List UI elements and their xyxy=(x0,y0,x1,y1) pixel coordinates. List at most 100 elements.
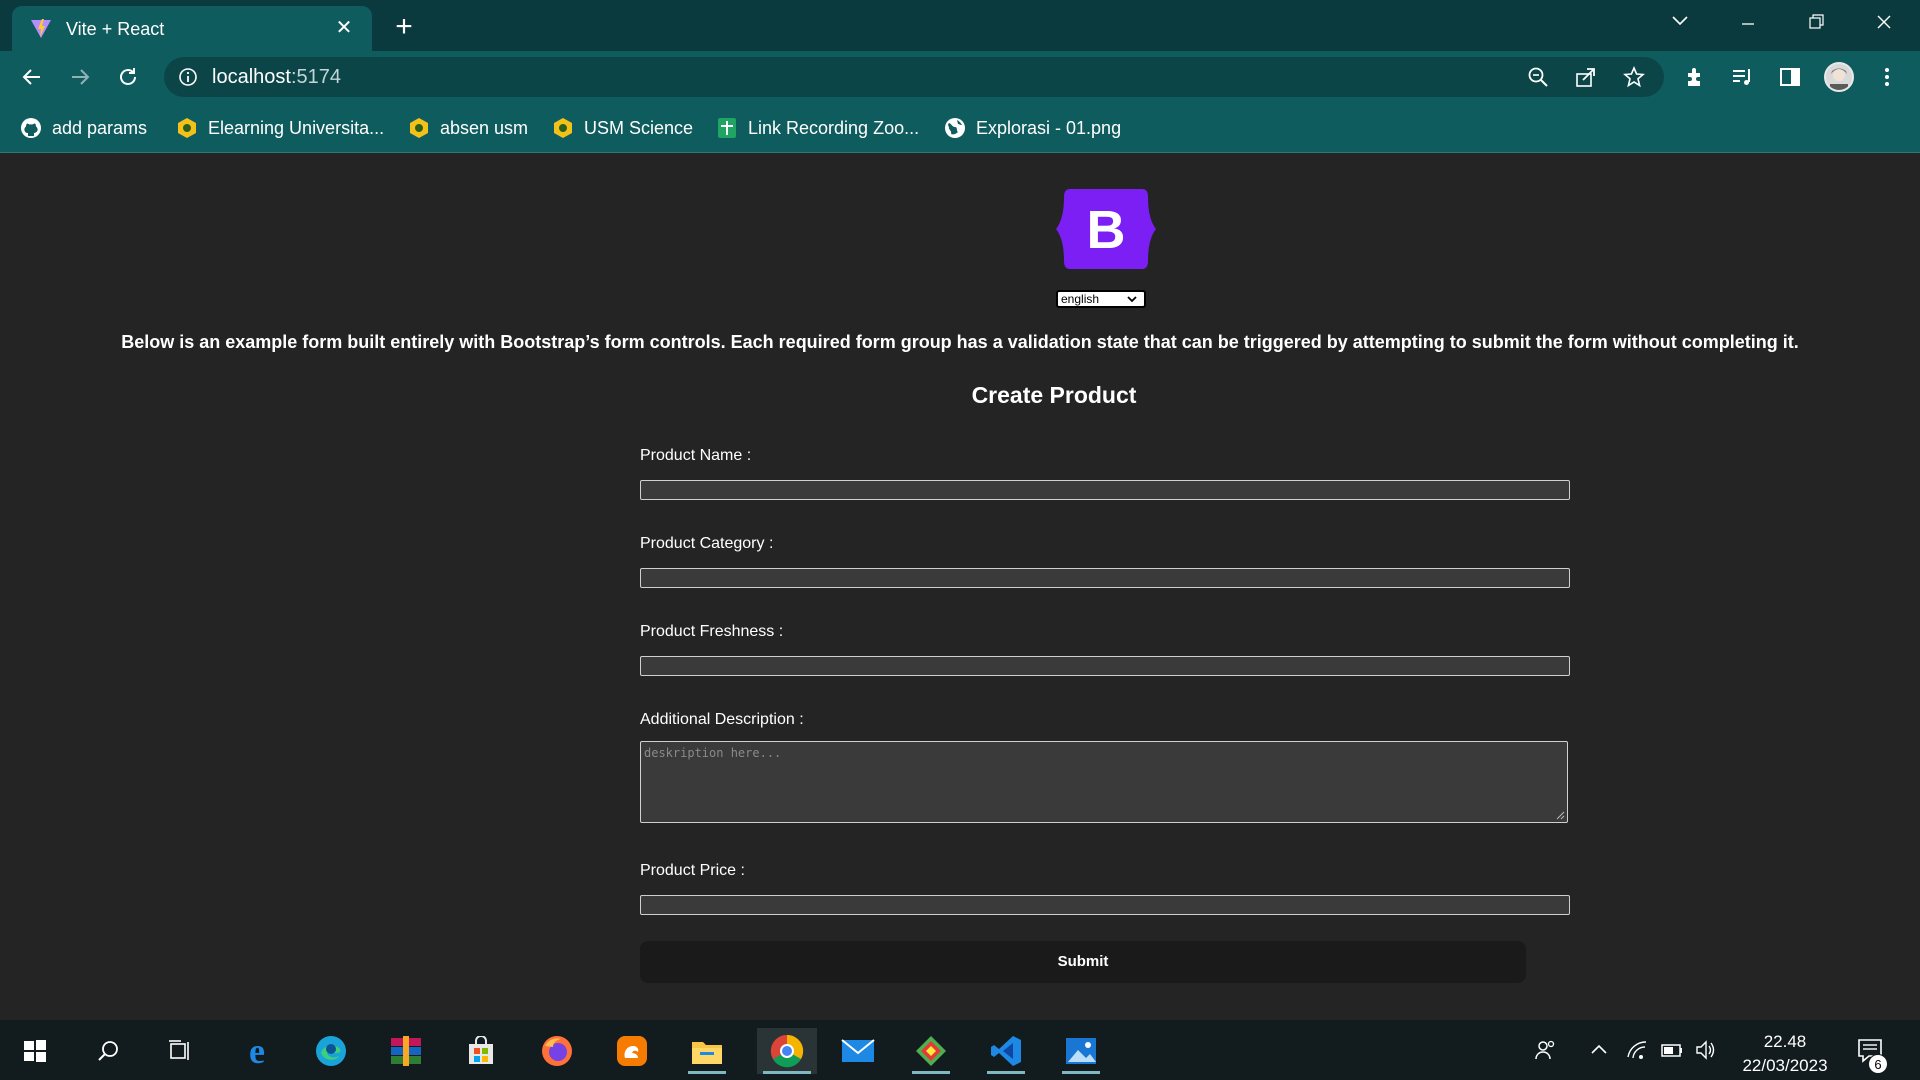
side-panel-icon[interactable] xyxy=(1778,65,1802,89)
browser-tab[interactable]: Vite + React ✕ xyxy=(12,6,372,51)
volume-icon[interactable] xyxy=(1694,1038,1718,1062)
media-control-icon[interactable] xyxy=(1730,65,1754,89)
product-category-label: Product Category : xyxy=(640,535,774,552)
taskbar-mail[interactable] xyxy=(833,1028,883,1074)
taskbar-file-explorer[interactable] xyxy=(682,1028,732,1074)
bookmark-label: Explorasi - 01.png xyxy=(976,117,1122,138)
people-icon[interactable] xyxy=(1533,1038,1557,1062)
edge-icon xyxy=(316,1036,346,1066)
bookmark-add-params[interactable]: add params xyxy=(20,115,147,141)
vite-icon xyxy=(31,19,51,38)
reload-icon xyxy=(120,68,136,85)
product-price-input[interactable] xyxy=(640,895,1570,915)
restore-button[interactable] xyxy=(1796,8,1836,38)
taskbar-winrar[interactable] xyxy=(381,1028,431,1074)
bookmark-label: USM Science xyxy=(584,117,694,138)
globe-icon xyxy=(945,118,965,138)
tab-search-icon[interactable] xyxy=(1660,8,1700,38)
bookmark-label: Elearning Universita... xyxy=(208,117,385,138)
sheets-icon xyxy=(718,118,736,138)
resize-handle-icon[interactable] xyxy=(1555,810,1565,820)
bookmark-label: Link Recording Zoo... xyxy=(748,117,920,138)
extensions-icon[interactable] xyxy=(1683,65,1707,89)
bootstrap-logo: B xyxy=(1056,189,1156,269)
windows-taskbar: e 22.48 22/03/2023 6 xyxy=(0,1020,1920,1080)
product-price-label: Product Price : xyxy=(640,862,745,879)
product-name-label: Product Name : xyxy=(640,447,752,464)
site-info-icon[interactable] xyxy=(178,67,198,87)
taskbar-git-app[interactable] xyxy=(906,1028,956,1074)
show-hidden-icons-chevron-up-icon[interactable] xyxy=(1587,1038,1611,1062)
chevron-down-icon xyxy=(1127,296,1137,303)
description-textarea[interactable]: deskription here... xyxy=(640,741,1568,823)
back-button[interactable] xyxy=(16,61,48,93)
taskbar-photos[interactable] xyxy=(1056,1028,1106,1074)
back-arrow-icon xyxy=(22,69,40,85)
internet-explorer-icon: e xyxy=(249,1034,265,1068)
photos-icon xyxy=(1066,1038,1096,1064)
task-view-button[interactable] xyxy=(155,1028,205,1074)
mail-icon xyxy=(841,1039,875,1062)
uc-browser-icon xyxy=(617,1036,647,1066)
share-icon[interactable] xyxy=(1574,65,1598,89)
svg-text:e: e xyxy=(249,1034,265,1068)
vscode-icon xyxy=(991,1036,1021,1066)
submit-button[interactable]: Submit xyxy=(640,941,1526,983)
profile-avatar[interactable] xyxy=(1824,62,1854,92)
taskbar-edge[interactable] xyxy=(306,1028,356,1074)
address-bar[interactable]: localhost:5174 xyxy=(164,57,1664,97)
clock-time: 22.48 xyxy=(1763,1032,1807,1051)
start-button[interactable] xyxy=(10,1028,60,1074)
product-category-input[interactable] xyxy=(640,568,1570,588)
new-tab-button[interactable]: + xyxy=(386,10,422,46)
firefox-icon xyxy=(542,1036,572,1066)
bookmark-absen-usm[interactable]: absen usm xyxy=(408,115,528,141)
taskbar-vscode[interactable] xyxy=(981,1028,1031,1074)
close-window-button[interactable] xyxy=(1864,8,1904,38)
zoom-icon[interactable] xyxy=(1526,65,1550,89)
product-freshness-label: Product Freshness : xyxy=(640,623,784,640)
menu-icon[interactable] xyxy=(1875,65,1899,89)
usm-logo-icon xyxy=(410,118,428,138)
product-name-input[interactable] xyxy=(640,480,1570,500)
git-icon xyxy=(916,1036,946,1066)
browser-tab-bar: Vite + React ✕ + xyxy=(0,0,1920,51)
taskbar-store[interactable] xyxy=(456,1028,506,1074)
bookmark-usm-science[interactable]: USM Science xyxy=(552,115,693,141)
wifi-icon[interactable] xyxy=(1625,1038,1649,1062)
logo-letter: B xyxy=(1087,200,1126,260)
notification-count-badge: 6 xyxy=(1868,1054,1888,1074)
forward-arrow-icon xyxy=(72,69,90,85)
windows-icon xyxy=(24,1040,46,1062)
language-select[interactable]: english xyxy=(1056,290,1146,308)
browser-toolbar: localhost:5174 xyxy=(0,51,1920,103)
running-indicator xyxy=(987,1071,1025,1074)
reload-button[interactable] xyxy=(112,61,144,93)
tab-title: Vite + React xyxy=(66,19,165,39)
page-content: B english Below is an example form built… xyxy=(0,154,1920,1020)
taskbar-firefox[interactable] xyxy=(532,1028,582,1074)
additional-description-label: Additional Description : xyxy=(640,711,804,728)
battery-icon[interactable] xyxy=(1660,1038,1684,1062)
forward-button[interactable] xyxy=(64,61,96,93)
language-select-value: english xyxy=(1061,292,1100,306)
taskbar-clock[interactable]: 22.48 22/03/2023 xyxy=(1730,1030,1840,1078)
taskbar-chrome[interactable] xyxy=(757,1028,817,1074)
tab-close-icon[interactable]: ✕ xyxy=(330,14,358,42)
taskbar-ie[interactable]: e xyxy=(232,1028,282,1074)
search-button[interactable] xyxy=(84,1028,134,1074)
clock-date: 22/03/2023 xyxy=(1742,1056,1828,1075)
minimize-button[interactable] xyxy=(1728,8,1768,38)
search-icon xyxy=(98,1041,118,1061)
taskbar-uc-browser[interactable] xyxy=(607,1028,657,1074)
intro-text: Below is an example form built entirely … xyxy=(121,332,1799,352)
running-indicator xyxy=(763,1071,811,1074)
store-icon xyxy=(469,1036,493,1064)
usm-logo-icon xyxy=(554,118,572,138)
bookmark-link-recording[interactable]: Link Recording Zoo... xyxy=(716,115,919,141)
bookmark-explorasi[interactable]: Explorasi - 01.png xyxy=(944,115,1121,141)
url-text[interactable]: localhost:5174 xyxy=(212,66,341,89)
bookmark-elearning[interactable]: Elearning Universita... xyxy=(176,115,384,141)
product-freshness-input[interactable] xyxy=(640,656,1570,676)
bookmark-star-icon[interactable] xyxy=(1622,65,1646,89)
